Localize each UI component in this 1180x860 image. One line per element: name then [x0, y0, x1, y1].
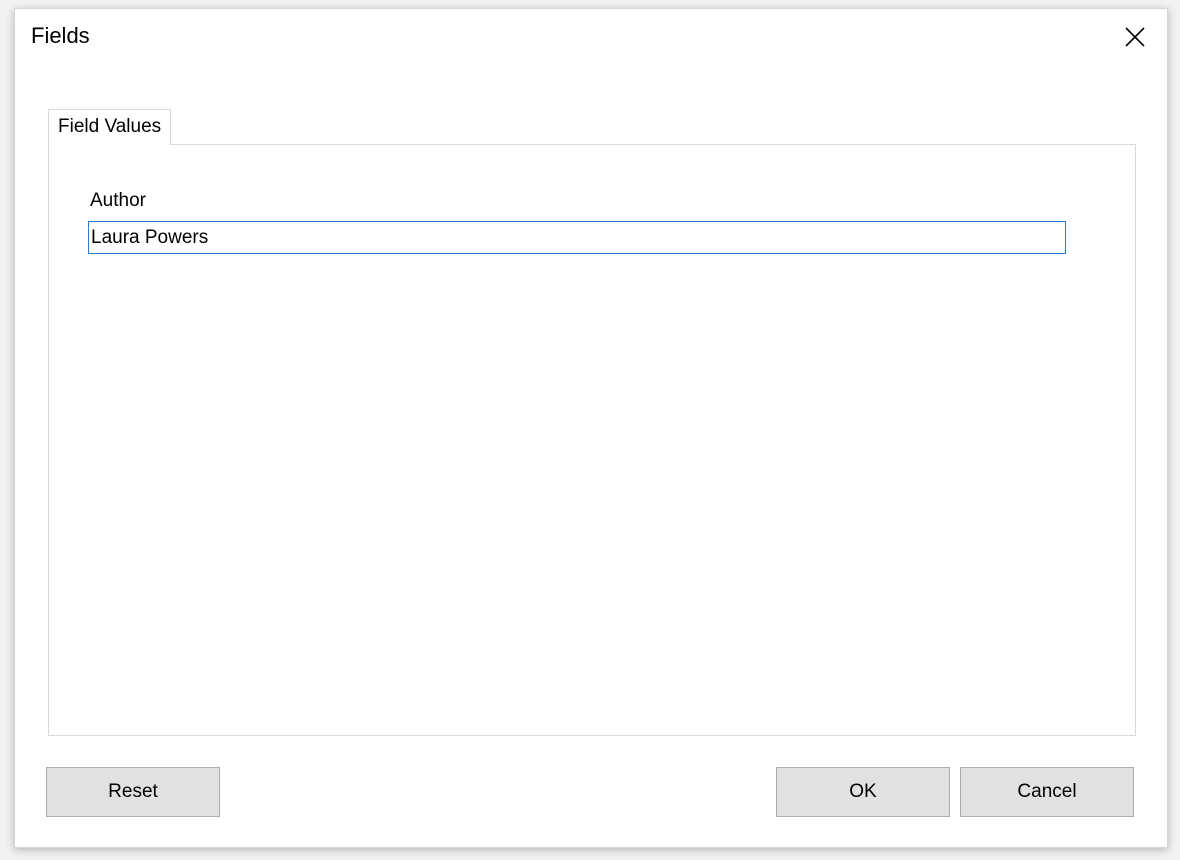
close-button[interactable]	[1121, 23, 1149, 51]
ok-button[interactable]: OK	[776, 767, 950, 817]
author-input[interactable]	[88, 221, 1066, 254]
cancel-button[interactable]: Cancel	[960, 767, 1134, 817]
dialog-title: Fields	[31, 23, 90, 48]
fields-dialog: Fields Field Values Author Reset OK Canc…	[14, 8, 1168, 848]
close-icon	[1125, 27, 1145, 47]
tab-field-values[interactable]: Field Values	[48, 109, 172, 145]
field-values-panel: Author	[48, 144, 1136, 736]
author-label: Author	[90, 190, 146, 211]
reset-button[interactable]: Reset	[46, 767, 220, 817]
